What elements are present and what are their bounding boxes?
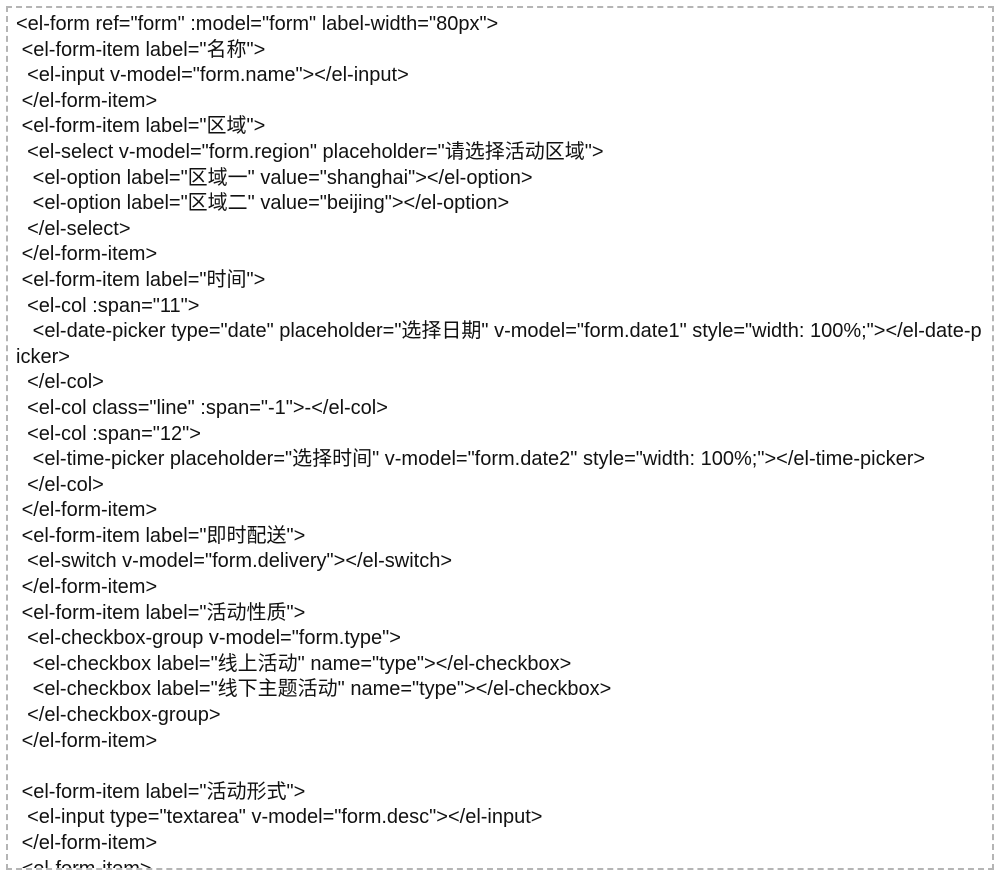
code-line: <el-checkbox label="线上活动" name="type"></… (16, 652, 984, 678)
code-line: <el-form-item label="名称"> (16, 38, 984, 64)
code-line: <el-switch v-model="form.delivery"></el-… (16, 549, 984, 575)
code-line: <el-form-item label="即时配送"> (16, 524, 984, 550)
code-line: </el-select> (16, 217, 984, 243)
code-line: </el-col> (16, 473, 984, 499)
code-line: <el-input v-model="form.name"></el-input… (16, 63, 984, 89)
code-line: </el-form-item> (16, 89, 984, 115)
code-line (16, 754, 984, 780)
code-snippet-box: <el-form ref="form" :model="form" label-… (6, 6, 994, 870)
code-line: <el-col :span="12"> (16, 422, 984, 448)
code-line: </el-checkbox-group> (16, 703, 984, 729)
code-line: <el-form ref="form" :model="form" label-… (16, 12, 984, 38)
code-line: </el-form-item> (16, 575, 984, 601)
code-line: <el-col class="line" :span="-1">-</el-co… (16, 396, 984, 422)
code-line: </el-form-item> (16, 729, 984, 755)
code-line: </el-col> (16, 370, 984, 396)
code-line: <el-form-item label="活动形式"> (16, 780, 984, 806)
code-line: <el-form-item label="时间"> (16, 268, 984, 294)
code-line: <el-date-picker type="date" placeholder=… (16, 319, 984, 370)
code-line: <el-form-item> (16, 857, 984, 870)
code-line: <el-select v-model="form.region" placeho… (16, 140, 984, 166)
code-line: <el-form-item label="活动性质"> (16, 601, 984, 627)
code-line: <el-col :span="11"> (16, 294, 984, 320)
code-line: <el-form-item label="区域"> (16, 114, 984, 140)
code-line: </el-form-item> (16, 242, 984, 268)
code-line: <el-option label="区域二" value="beijing"><… (16, 191, 984, 217)
code-line: <el-time-picker placeholder="选择时间" v-mod… (16, 447, 984, 473)
code-line: <el-checkbox label="线下主题活动" name="type">… (16, 677, 984, 703)
code-line: </el-form-item> (16, 831, 984, 857)
code-line: <el-option label="区域一" value="shanghai">… (16, 166, 984, 192)
code-line: <el-input type="textarea" v-model="form.… (16, 805, 984, 831)
code-line: </el-form-item> (16, 498, 984, 524)
code-line: <el-checkbox-group v-model="form.type"> (16, 626, 984, 652)
